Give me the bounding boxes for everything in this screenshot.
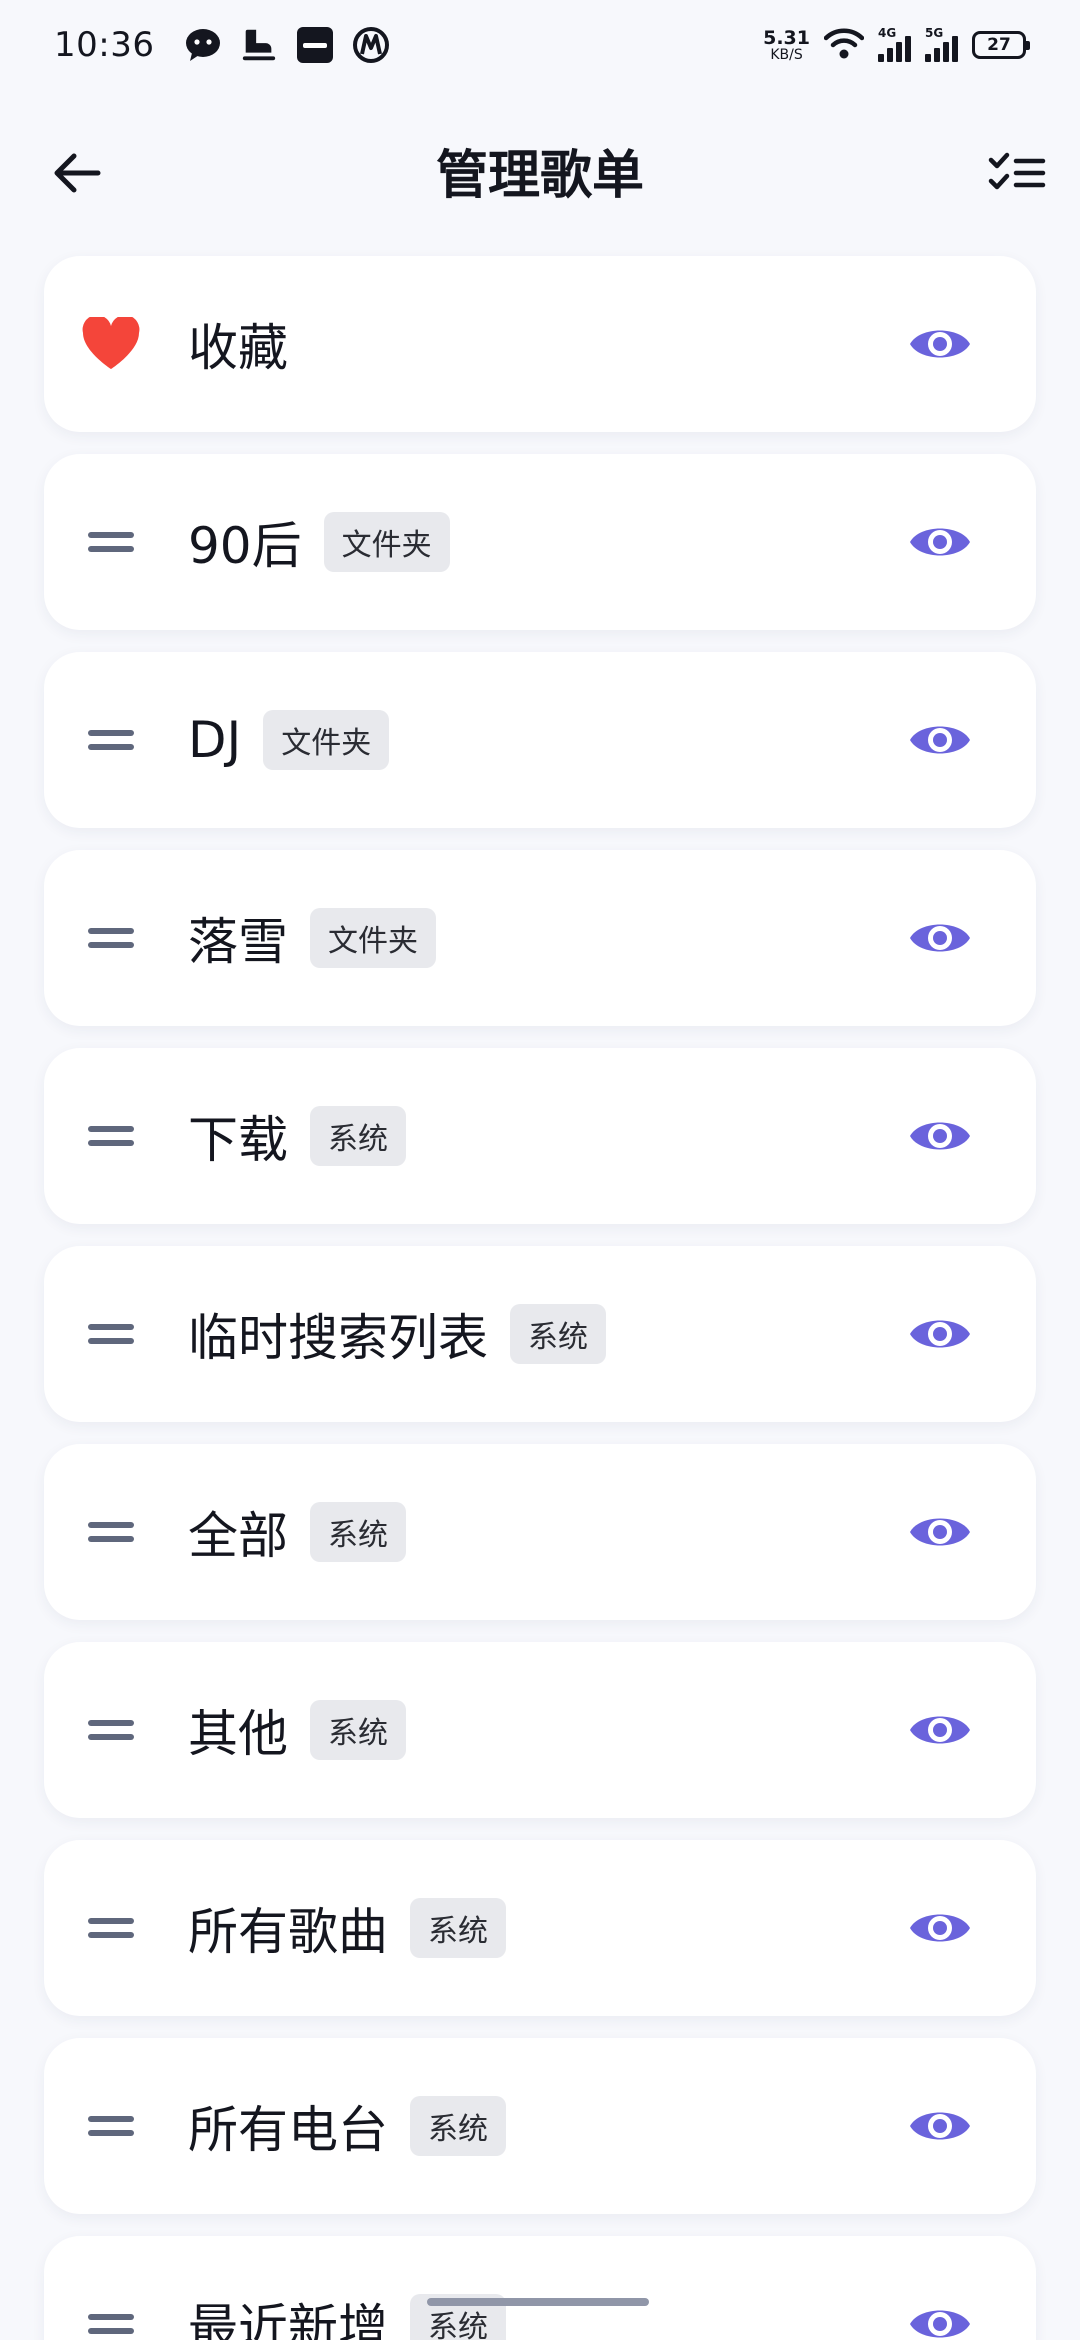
- playlist-row[interactable]: 收藏: [44, 256, 1036, 432]
- visibility-toggle-button[interactable]: [908, 314, 972, 374]
- drag-handle-icon[interactable]: [44, 2236, 174, 2340]
- wifi-icon: [823, 26, 865, 64]
- visibility-toggle-button[interactable]: [908, 512, 972, 572]
- visibility-toggle-button[interactable]: [908, 1898, 972, 1958]
- playlist-label: 临时搜索列表: [188, 1309, 488, 1367]
- visibility-toggle-button[interactable]: [908, 710, 972, 770]
- net-speed-value: 5.31: [763, 26, 810, 49]
- playlist-label: 最近新增: [188, 2299, 388, 2340]
- eye-icon: [910, 528, 970, 556]
- playlist-list: 收藏 90后 文件夹 DJ 文件夹 落雪 文件夹 下载 系统 临时搜索列表 系统 全部 系统 其他 系统 所有…: [44, 256, 1036, 2340]
- playlist-row[interactable]: 其他 系统: [44, 1642, 1036, 1818]
- home-indicator[interactable]: [427, 2298, 649, 2306]
- status-time: 10:36: [54, 25, 155, 65]
- drag-handle-icon[interactable]: [44, 850, 174, 1026]
- signal-2-label: 5G: [925, 26, 944, 40]
- drag-handle-icon[interactable]: [44, 1246, 174, 1422]
- playlist-label: DJ: [188, 711, 242, 769]
- playlist-label: 落雪: [188, 913, 288, 971]
- playlist-row[interactable]: DJ 文件夹: [44, 652, 1036, 828]
- playlist-type-badge: 系统: [310, 1106, 406, 1166]
- playlist-label: 其他: [188, 1705, 288, 1763]
- visibility-toggle-button[interactable]: [908, 908, 972, 968]
- visibility-toggle-button[interactable]: [908, 1502, 972, 1562]
- status-app-icons: [184, 26, 390, 64]
- playlist-type-badge: 文件夹: [263, 710, 390, 770]
- playlist-row[interactable]: 最近新增 系统: [44, 2236, 1036, 2340]
- eye-icon: [910, 1716, 970, 1744]
- eye-icon: [910, 1914, 970, 1942]
- visibility-toggle-button[interactable]: [908, 1304, 972, 1364]
- visibility-toggle-button[interactable]: [908, 2294, 972, 2340]
- drag-handle-icon[interactable]: [44, 2038, 174, 2214]
- playlist-type-badge: 系统: [310, 1700, 406, 1760]
- playlist-label: 所有歌曲: [188, 1903, 388, 1961]
- eye-icon: [910, 2310, 970, 2338]
- playlist-row[interactable]: 临时搜索列表 系统: [44, 1246, 1036, 1422]
- drag-handle-icon[interactable]: [44, 652, 174, 828]
- visibility-toggle-button[interactable]: [908, 1106, 972, 1166]
- xiaohongshu-icon: [296, 26, 334, 64]
- back-button[interactable]: [44, 140, 110, 206]
- playlist-row[interactable]: 所有电台 系统: [44, 2038, 1036, 2214]
- playlist-row[interactable]: 落雪 文件夹: [44, 850, 1036, 1026]
- screen: 10:36 5.31 KB/S 4G 5G 27 管理歌单 收藏 90后 文件夹…: [0, 0, 1080, 2340]
- playlist-label: 下载: [188, 1111, 288, 1169]
- signal-1-label: 4G: [878, 26, 897, 40]
- playlist-type-badge: 系统: [410, 2096, 506, 2156]
- drag-handle-icon[interactable]: [44, 1642, 174, 1818]
- playlist-type-badge: 系统: [410, 1898, 506, 1958]
- playlist-label: 收藏: [188, 319, 288, 377]
- drag-handle-icon[interactable]: [44, 1048, 174, 1224]
- eye-icon: [910, 2112, 970, 2140]
- metro-icon: [352, 26, 390, 64]
- drag-handle-icon[interactable]: [44, 1444, 174, 1620]
- playlist-row[interactable]: 全部 系统: [44, 1444, 1036, 1620]
- drag-handle-icon[interactable]: [44, 1840, 174, 2016]
- eye-icon: [910, 1518, 970, 1546]
- header: 管理歌单: [0, 120, 1080, 220]
- visibility-toggle-button[interactable]: [908, 1700, 972, 1760]
- wechat-icon: [184, 26, 222, 64]
- favorite-heart-icon: [44, 256, 174, 432]
- playlist-label: 所有电台: [188, 2101, 388, 2159]
- eye-icon: [910, 726, 970, 754]
- eye-icon: [910, 1122, 970, 1150]
- playlist-type-badge: 系统: [310, 1502, 406, 1562]
- status-right: 5.31 KB/S 4G 5G 27: [763, 26, 1030, 64]
- eye-icon: [910, 924, 970, 952]
- eye-icon: [910, 330, 970, 358]
- playlist-row[interactable]: 90后 文件夹: [44, 454, 1036, 630]
- playlist-label: 90后: [188, 517, 302, 575]
- playlist-type-badge: 文件夹: [323, 512, 450, 572]
- cell-signal-1: 4G: [878, 26, 911, 62]
- playlist-row[interactable]: 所有歌曲 系统: [44, 1840, 1036, 2016]
- multi-select-button[interactable]: [984, 140, 1050, 206]
- page-title: 管理歌单: [435, 145, 644, 206]
- eye-icon: [910, 1320, 970, 1348]
- net-speed-unit: KB/S: [770, 46, 803, 63]
- net-speed: 5.31 KB/S: [763, 26, 810, 63]
- arrow-left-icon: [54, 153, 101, 193]
- drag-handle-icon[interactable]: [44, 454, 174, 630]
- playlist-row[interactable]: 下载 系统: [44, 1048, 1036, 1224]
- battery-level: 27: [987, 35, 1011, 55]
- battery-icon: 27: [972, 31, 1030, 59]
- playlist-label: 全部: [188, 1507, 288, 1565]
- playlist-type-badge: 文件夹: [310, 908, 436, 968]
- playlist-type-badge: 系统: [510, 1304, 606, 1364]
- skate-icon: [240, 26, 278, 64]
- cell-signal-2: 5G: [925, 26, 958, 62]
- visibility-toggle-button[interactable]: [908, 2096, 972, 2156]
- checklist-icon: [988, 152, 1046, 190]
- status-bar: 10:36 5.31 KB/S 4G 5G 27: [0, 0, 1080, 90]
